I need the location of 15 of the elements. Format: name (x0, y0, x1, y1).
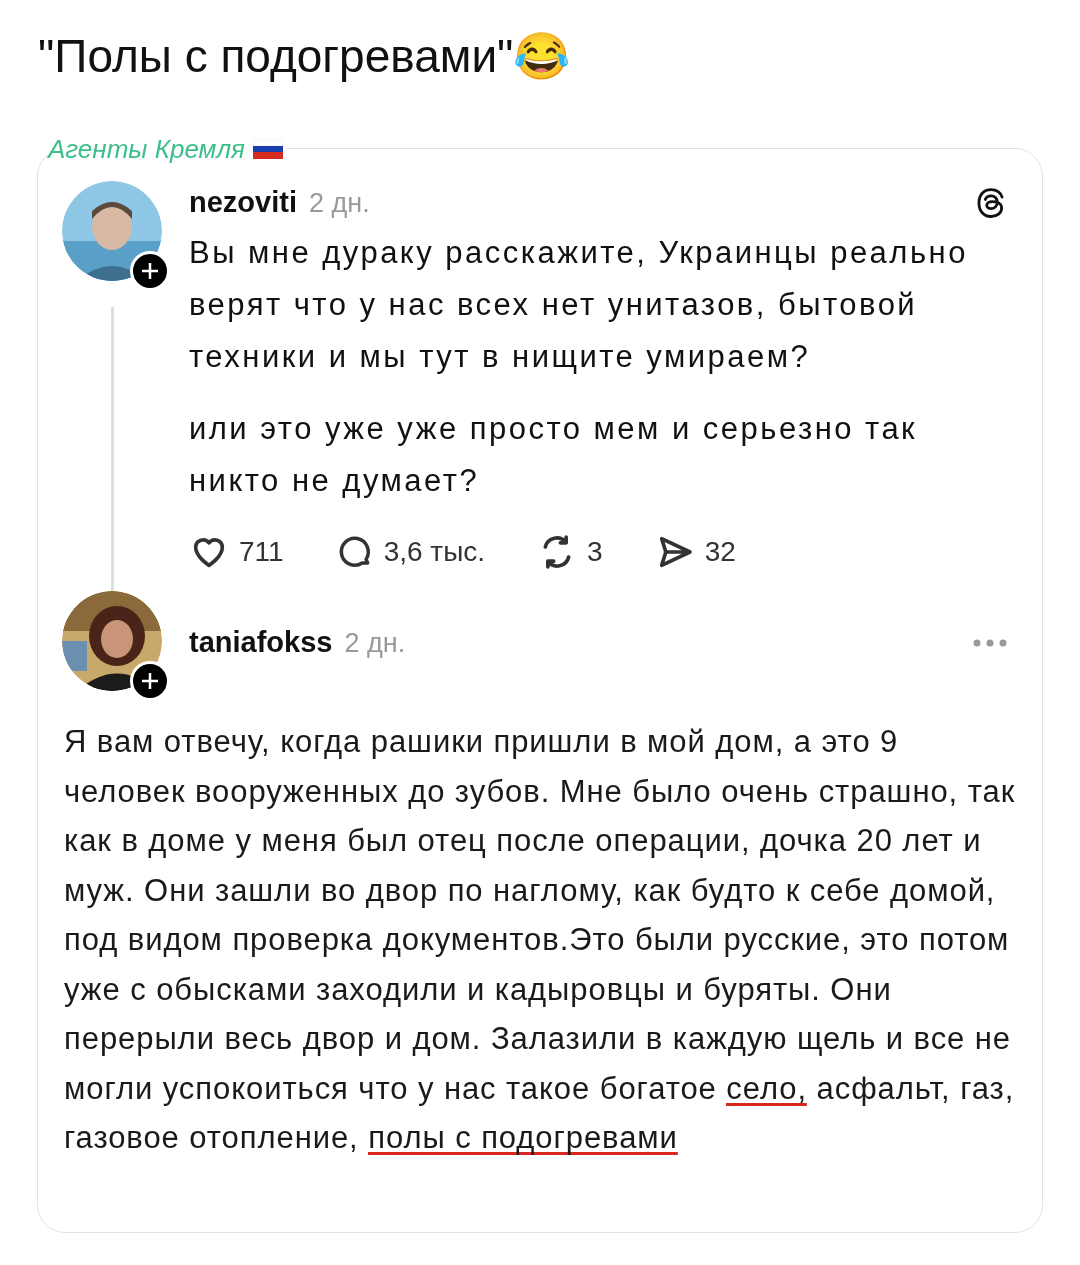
action-count: 711 (239, 534, 284, 569)
channel-label: Агенты Кремля (48, 135, 245, 163)
more-icon[interactable] (972, 637, 1008, 648)
post-time: 2 дн. (308, 187, 370, 220)
username[interactable]: taniafokss (189, 621, 333, 665)
reply-text: Я вам отвечу, когда рашики пришли в мой дом, а это 9 человек вооруженных до зубов. Мне было очень страшно, так как в доме у меня был отец после операции, дочка 20 лет и муж. Они зашли во двор по наглому, как будто к себе домой, под видом проверка документов.Это были русские, это потом уже с обысками заходили и кадыровцы и буряты. Они перерыли весь двор и дом. Залазили в каждую щель и все не могли успокоиться что у нас такое богатое село, асфальт, газ, газовое отопление, полы с подогревами (63, 723, 1017, 1157)
caption: "Полы с подогревами"😂 (38, 29, 572, 84)
action-count: 3,6 тыс. (383, 534, 486, 569)
post-time: 2 дн. (344, 627, 406, 660)
action-count: 3 (587, 534, 603, 569)
username[interactable]: nezoviti (189, 181, 297, 225)
flag-icon (253, 139, 283, 159)
post-text: Вы мне дураку расскажите, Украинцы реально верят что у нас всех нет унитазов, бытовой техники и мы тут в нищите умираем? (189, 233, 969, 376)
post-text: или это уже уже просто мем и серьезно так никто не думает? (189, 409, 919, 500)
action-count: 32 (704, 534, 736, 569)
